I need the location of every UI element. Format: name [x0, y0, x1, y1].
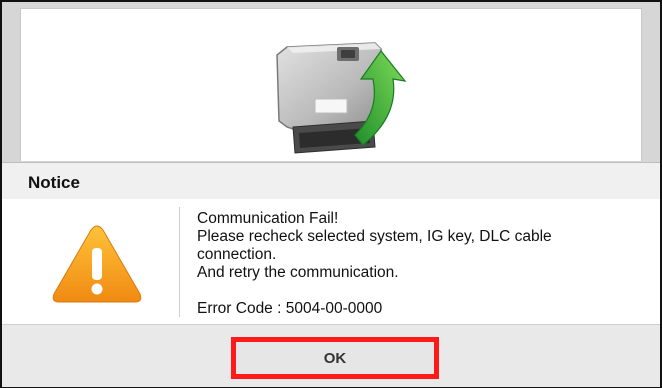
dialog-title: Notice: [28, 173, 80, 192]
dialog-body: Communication Fail! Please recheck selec…: [2, 199, 660, 324]
dialog-header: Notice: [2, 162, 660, 200]
dialog-divider: [179, 207, 180, 317]
ecu-module-icon: [276, 42, 407, 154]
ok-button[interactable]: OK: [231, 337, 439, 379]
error-code: Error Code : 5004-00-0000: [197, 300, 383, 317]
dialog-footer: OK: [2, 324, 660, 387]
warning-triangle-icon: [52, 225, 142, 303]
message-line: Communication Fail!: [197, 210, 339, 227]
message-line: connection.: [197, 246, 277, 263]
message-line: Please recheck selected system, IG key, …: [197, 228, 552, 245]
notice-dialog: Notice Communication Fail! Please rechec…: [2, 162, 660, 387]
message-line: And retry the communication.: [197, 264, 399, 281]
ecu-image-pane: [20, 8, 642, 161]
dialog-message: Communication Fail! Please recheck selec…: [197, 210, 637, 318]
app-frame: Notice Communication Fail! Please rechec…: [0, 0, 662, 388]
